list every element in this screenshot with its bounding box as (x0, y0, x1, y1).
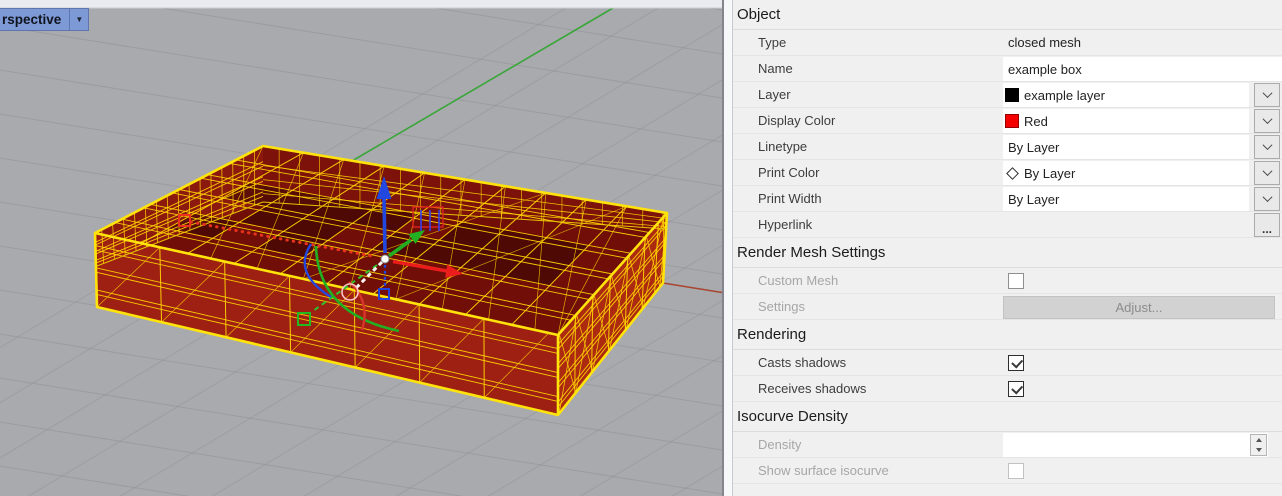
row-custom-mesh: Custom Mesh (733, 268, 1282, 294)
row-linetype: Linetype By Layer (733, 134, 1282, 160)
gumball-center-dot[interactable] (381, 255, 389, 263)
hyperlink-ellipsis-button[interactable]: ... (1254, 213, 1280, 237)
chevron-down-icon (1262, 114, 1272, 124)
layer-color-swatch (1005, 88, 1019, 102)
density-field[interactable] (1003, 433, 1268, 457)
section-header-rendering: Rendering (733, 320, 1282, 350)
properties-panel: Object Type closed mesh Name Layer examp… (733, 0, 1282, 496)
row-print-color: Print Color By Layer (733, 160, 1282, 186)
name-label: Name (733, 56, 1003, 81)
print-color-dropdown[interactable]: By Layer (1003, 161, 1249, 185)
density-input[interactable] (1003, 434, 1268, 456)
chevron-down-icon (1262, 140, 1272, 150)
section-header-render-mesh: Render Mesh Settings (733, 238, 1282, 268)
density-spinner[interactable] (1250, 434, 1267, 456)
panel-splitter[interactable] (722, 0, 733, 496)
chevron-down-icon (1262, 166, 1272, 176)
layer-value: example layer (1019, 88, 1105, 103)
render-mesh-section-title: Render Mesh Settings (737, 244, 885, 261)
section-header-isocurve: Isocurve Density (733, 402, 1282, 432)
section-header-object: Object (733, 0, 1282, 30)
row-type: Type closed mesh (733, 30, 1282, 56)
row-layer: Layer example layer (733, 82, 1282, 108)
print-width-chevron-button[interactable] (1254, 187, 1280, 211)
display-color-label: Display Color (733, 108, 1003, 133)
layer-chevron-button[interactable] (1254, 83, 1280, 107)
print-color-chevron-button[interactable] (1254, 161, 1280, 185)
density-label: Density (733, 432, 1003, 457)
hyperlink-label: Hyperlink (733, 212, 1003, 237)
casts-shadows-label: Casts shadows (733, 350, 1003, 375)
name-field[interactable] (1003, 57, 1282, 81)
chevron-down-icon (1262, 192, 1272, 202)
display-color-dropdown[interactable]: Red (1003, 109, 1249, 133)
viewport-dropdown-icon[interactable]: ▼ (69, 9, 88, 30)
row-print-width: Print Width By Layer (733, 186, 1282, 212)
row-name: Name (733, 56, 1282, 82)
print-width-value: By Layer (1003, 192, 1059, 207)
settings-label: Settings (733, 294, 1003, 319)
name-input[interactable] (1003, 58, 1282, 80)
row-show-surface-isocurve: Show surface isocurve (733, 458, 1282, 484)
display-color-swatch (1005, 114, 1019, 128)
viewport-canvas[interactable] (0, 0, 722, 496)
layer-dropdown[interactable]: example layer (1003, 83, 1249, 107)
object-section-title: Object (737, 6, 780, 23)
show-isocurve-checkbox[interactable] (1008, 463, 1024, 479)
row-hyperlink: Hyperlink ... (733, 212, 1282, 238)
print-width-label: Print Width (733, 186, 1003, 211)
spinner-up-button[interactable] (1251, 435, 1266, 445)
linetype-label: Linetype (733, 134, 1003, 159)
row-density: Density (733, 432, 1282, 458)
viewport-title-tab[interactable]: rspective ▼ (0, 8, 89, 31)
receives-shadows-checkbox[interactable] (1008, 381, 1024, 397)
print-color-value: By Layer (1019, 166, 1075, 181)
row-casts-shadows: Casts shadows (733, 350, 1282, 376)
type-value: closed mesh (1003, 35, 1081, 50)
custom-mesh-label: Custom Mesh (733, 268, 1003, 293)
print-width-dropdown[interactable]: By Layer (1003, 187, 1249, 211)
linetype-dropdown[interactable]: By Layer (1003, 135, 1249, 159)
rhino-window: rspective ▼ Object Type closed mesh Name… (0, 0, 1282, 496)
casts-shadows-checkbox[interactable] (1008, 355, 1024, 371)
gumball-z-arrow-shaft[interactable] (384, 199, 385, 253)
display-color-chevron-button[interactable] (1254, 109, 1280, 133)
display-color-value: Red (1019, 114, 1048, 129)
viewport-perspective[interactable]: rspective ▼ (0, 0, 722, 496)
custom-mesh-checkbox[interactable] (1008, 273, 1024, 289)
arrow-up-icon (1256, 438, 1262, 442)
print-color-label: Print Color (733, 160, 1003, 185)
linetype-value: By Layer (1003, 140, 1059, 155)
row-display-color: Display Color Red (733, 108, 1282, 134)
linetype-chevron-button[interactable] (1254, 135, 1280, 159)
type-label: Type (733, 30, 1003, 55)
viewport-title: rspective (0, 9, 69, 30)
chevron-down-icon (1262, 88, 1272, 98)
row-receives-shadows: Receives shadows (733, 376, 1282, 402)
receives-shadows-label: Receives shadows (733, 376, 1003, 401)
viewport-top-strip (0, 0, 722, 8)
adjust-button[interactable]: Adjust... (1003, 296, 1275, 319)
row-settings: Settings Adjust... (733, 294, 1282, 320)
layer-label: Layer (733, 82, 1003, 107)
isocurve-section-title: Isocurve Density (737, 408, 848, 425)
spinner-down-button[interactable] (1251, 445, 1266, 455)
arrow-down-icon (1256, 448, 1262, 452)
rendering-section-title: Rendering (737, 326, 806, 343)
show-isocurve-label: Show surface isocurve (733, 458, 1003, 483)
by-layer-diamond-icon (1006, 167, 1019, 180)
